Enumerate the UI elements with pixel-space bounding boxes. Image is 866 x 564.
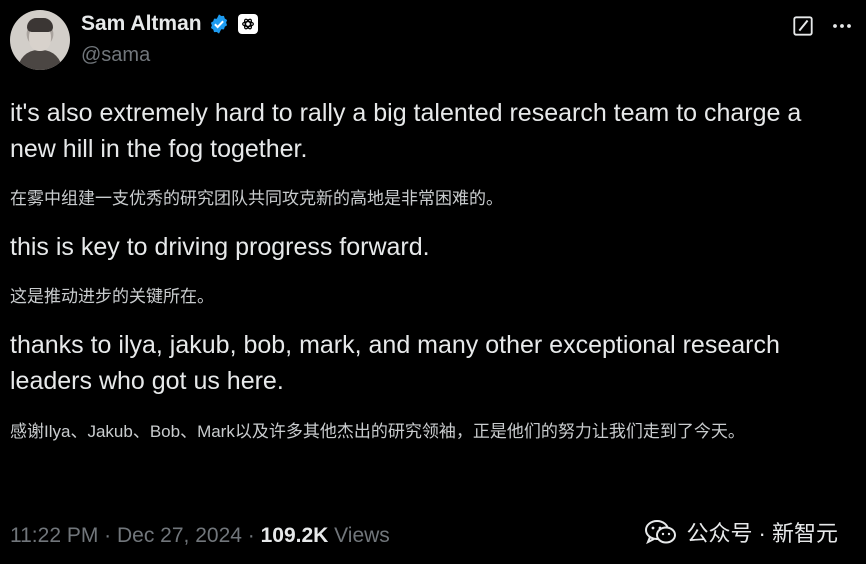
grok-icon[interactable] — [792, 15, 814, 37]
tweet-actions — [792, 14, 854, 38]
openai-logo-icon[interactable] — [237, 14, 258, 34]
watermark: 公众号 · 新智元 — [644, 516, 838, 548]
more-icon[interactable] — [830, 14, 854, 38]
tweet-text-paragraph-2: this is key to driving progress forward. — [10, 233, 430, 261]
translation-paragraph-1: 在雾中组建一支优秀的研究团队共同攻克新的高地是非常困难的。 — [10, 189, 503, 208]
tweet-time[interactable]: 11:22 PM — [10, 524, 98, 548]
tweet-header: Sam Altman @sama — [10, 10, 866, 72]
author-name[interactable]: Sam Altman — [81, 12, 202, 36]
verified-badge-icon[interactable] — [208, 13, 230, 35]
views-label[interactable]: Views — [328, 524, 390, 548]
separator: · — [98, 524, 117, 547]
separator: · — [241, 524, 261, 547]
author-name-row: Sam Altman — [81, 12, 258, 36]
tweet-date[interactable]: Dec 27, 2024 — [117, 524, 242, 548]
tweet-metadata: 11:22 PM · Dec 27, 2024 · 109.2K Views — [10, 524, 390, 548]
views-count[interactable]: 109.2K — [261, 524, 329, 548]
avatar[interactable] — [10, 10, 70, 70]
author-handle[interactable]: @sama — [81, 44, 150, 67]
translation-paragraph-3: 感谢Ilya、Jakub、Bob、Mark以及许多其他杰出的研究领袖，正是他们的… — [10, 422, 745, 441]
translation-paragraph-2: 这是推动进步的关键所在。 — [10, 287, 214, 306]
wechat-icon — [645, 520, 677, 545]
tweet-text-paragraph-1: it's also extremely hard to rally a big … — [10, 99, 802, 163]
watermark-text: 公众号 · 新智元 — [686, 521, 838, 546]
tweet-text-paragraph-3: thanks to ilya, jakub, bob, mark, and ma… — [10, 331, 780, 395]
